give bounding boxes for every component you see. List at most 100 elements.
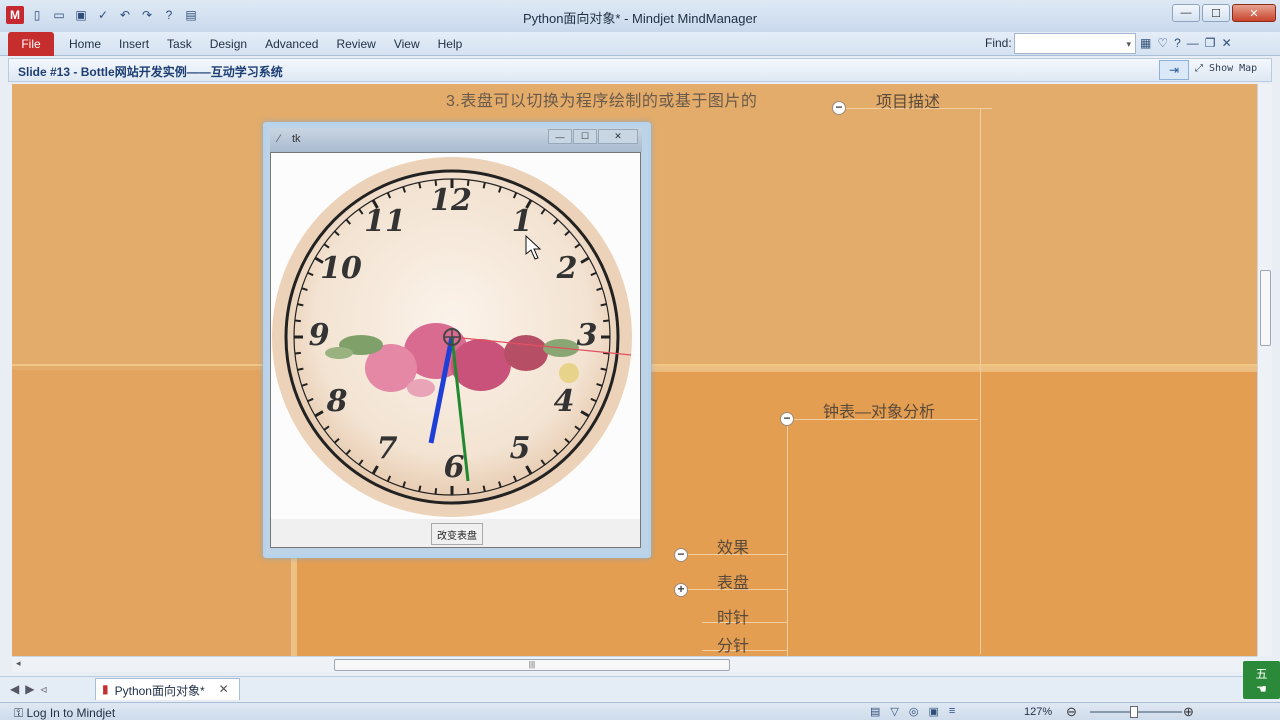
clock-tick [297, 367, 304, 371]
tk-window[interactable]: ⁄ tk — ☐ ✕ 12 1 2 3 4 5 6 7 8 9 10 11 改变… [263, 122, 651, 558]
doc-close-icon[interactable]: ✕ [1222, 36, 1232, 50]
tab-review[interactable]: Review [327, 37, 384, 51]
tk-body: 12 1 2 3 4 5 6 7 8 9 10 11 改变表盘 [270, 152, 641, 548]
zoom-out-icon[interactable]: ⊖ [1066, 704, 1077, 720]
change-dial-button[interactable]: 改变表盘 [431, 523, 483, 545]
ime-label: 五 [1255, 666, 1268, 681]
tab-home[interactable]: Home [60, 37, 110, 51]
clock-tick [418, 182, 422, 189]
description-line: 3.表盘可以切换为程序绘制的或基于图片的 [446, 93, 758, 110]
window-controls: — ☐ ✕ [1172, 4, 1276, 22]
chevron-down-icon[interactable]: ▾ [1126, 39, 1131, 49]
topic-clock-analysis[interactable]: 钟表—对象分析 [823, 398, 935, 422]
clock-tick [466, 488, 470, 495]
collapse-project-button[interactable]: − [832, 101, 846, 115]
tab-insert[interactable]: Insert [110, 37, 158, 51]
help-circle-icon[interactable]: ? [1174, 36, 1181, 50]
numeral-2: 2 [556, 251, 578, 286]
clock-tick [600, 367, 607, 371]
back-arrow-icon[interactable]: ◀ [10, 682, 19, 696]
zoom-level: 127% [1024, 706, 1053, 718]
slide-title: Slide #13 - Bottle网站开发实例——互动学习系统 [18, 65, 283, 79]
maximize-button[interactable]: ☐ [1202, 4, 1230, 22]
tk-window-controls: — ☐ ✕ [548, 129, 638, 144]
topic-hour-hand[interactable]: 时针 [717, 604, 749, 628]
find-label: Find: [985, 36, 1012, 50]
numeral-8: 8 [326, 384, 348, 419]
notes-icon[interactable]: ▤ [870, 705, 880, 718]
map-canvas[interactable]: 3.表盘可以切换为程序绘制的或基于图片的 − 项目描述 − 钟表—对象分析 − … [12, 84, 1257, 656]
filter-icon[interactable]: ▽ [890, 705, 898, 718]
ribbon-tab-list: Home Insert Task Design Advanced Review … [60, 37, 471, 51]
vertical-scrollbar[interactable] [1257, 84, 1272, 656]
tk-minimize-button[interactable]: — [548, 129, 572, 144]
numeral-10: 10 [320, 251, 362, 286]
forward-arrow-icon[interactable]: ▶ [25, 682, 34, 696]
pin-icon[interactable]: ⇥ [1159, 60, 1189, 80]
tab-task[interactable]: Task [158, 37, 201, 51]
zoom-in-icon[interactable]: ⊕ [1183, 704, 1194, 720]
clock-tick [603, 319, 610, 323]
tab-advanced[interactable]: Advanced [256, 37, 327, 51]
map-icon: ⤢ [1195, 63, 1210, 74]
horizontal-scrollbar-thumb[interactable]: ||| [334, 659, 730, 671]
focus-icon[interactable]: ◎ [909, 705, 919, 718]
numeral-6: 6 [444, 450, 465, 485]
clock-tick [297, 303, 304, 307]
clock-tick [418, 485, 422, 492]
ribbon-collapse-icon[interactable]: ♡ [1157, 36, 1168, 50]
topic-dial[interactable]: 表盘 [717, 569, 749, 593]
ribbon-right-tools: ▦ ♡ ? — ❐ ✕ [1140, 36, 1232, 50]
expand-dial-button[interactable]: + [674, 583, 688, 597]
clock-tick [434, 488, 438, 495]
status-tools: ▤ ▽ ◎ ▣ ≡ [870, 705, 955, 718]
vertical-scrollbar-thumb[interactable] [1260, 270, 1271, 346]
numeral-9: 9 [309, 318, 330, 353]
zoom-slider-handle[interactable] [1130, 706, 1138, 718]
file-tab[interactable]: File [8, 32, 54, 56]
doc-minimize-icon[interactable]: — [1187, 36, 1199, 50]
hand-icon: ☚ [1256, 681, 1267, 696]
collapse-effect-button[interactable]: − [674, 548, 688, 562]
document-icon: ▮ [102, 682, 109, 696]
login-link[interactable]: ⚿ Log In to Mindjet [14, 706, 115, 720]
tab-design[interactable]: Design [201, 37, 256, 51]
tk-title-bar[interactable]: ⁄ tk — ☐ ✕ [270, 128, 642, 152]
horizontal-scrollbar[interactable]: ◂ ||| [12, 656, 1257, 672]
tk-close-button[interactable]: ✕ [598, 129, 638, 144]
numeral-11: 11 [364, 204, 406, 239]
clock-tick [294, 319, 301, 323]
key-icon: ⚿ [14, 706, 27, 720]
show-map-label: Show Map [1209, 63, 1258, 74]
ime-indicator[interactable]: 五 ☚ [1243, 661, 1280, 699]
doc-restore-icon[interactable]: ❐ [1205, 36, 1216, 50]
close-button[interactable]: ✕ [1232, 4, 1276, 22]
numeral-12: 12 [430, 183, 472, 218]
topic-project-description[interactable]: 项目描述 [876, 88, 940, 112]
numeral-1: 1 [512, 204, 533, 239]
connector-vertical [980, 108, 981, 654]
tk-maximize-button[interactable]: ☐ [573, 129, 597, 144]
minimize-button[interactable]: — [1172, 4, 1200, 22]
tab-navigation: ◀ ▶ ◃ [10, 682, 47, 696]
layout-icon[interactable]: ▦ [1140, 36, 1151, 50]
outline-icon[interactable]: ≡ [949, 705, 955, 718]
feather-icon: ⁄ [278, 133, 280, 145]
numeral-7: 7 [377, 431, 398, 466]
topic-effect[interactable]: 效果 [717, 534, 749, 558]
show-map-button[interactable]: ⤢ Show Map [1195, 63, 1257, 74]
scroll-left-icon[interactable]: ◂ [16, 658, 21, 669]
layout-toggle-icon[interactable]: ▣ [928, 705, 938, 718]
clock-face: 12 1 2 3 4 5 6 7 8 9 10 11 [271, 153, 640, 519]
tab-help[interactable]: Help [429, 37, 472, 51]
close-tab-icon[interactable]: ✕ [219, 682, 229, 700]
document-tab-bar: ◀ ▶ ◃ ▮ Python面向对象* ✕ [0, 676, 1280, 701]
tab-scroll-left-icon[interactable]: ◃ [40, 682, 46, 696]
window-title: Python面向对象* - Mindjet MindManager [522, 11, 758, 26]
document-tab[interactable]: ▮ Python面向对象* ✕ [95, 678, 240, 700]
tab-view[interactable]: View [385, 37, 429, 51]
collapse-clock-button[interactable]: − [780, 412, 794, 426]
find-input[interactable]: ▾ [1014, 33, 1136, 54]
document-tab-label: Python面向对象* [114, 684, 205, 698]
topic-minute-hand[interactable]: 分针 [717, 632, 749, 656]
